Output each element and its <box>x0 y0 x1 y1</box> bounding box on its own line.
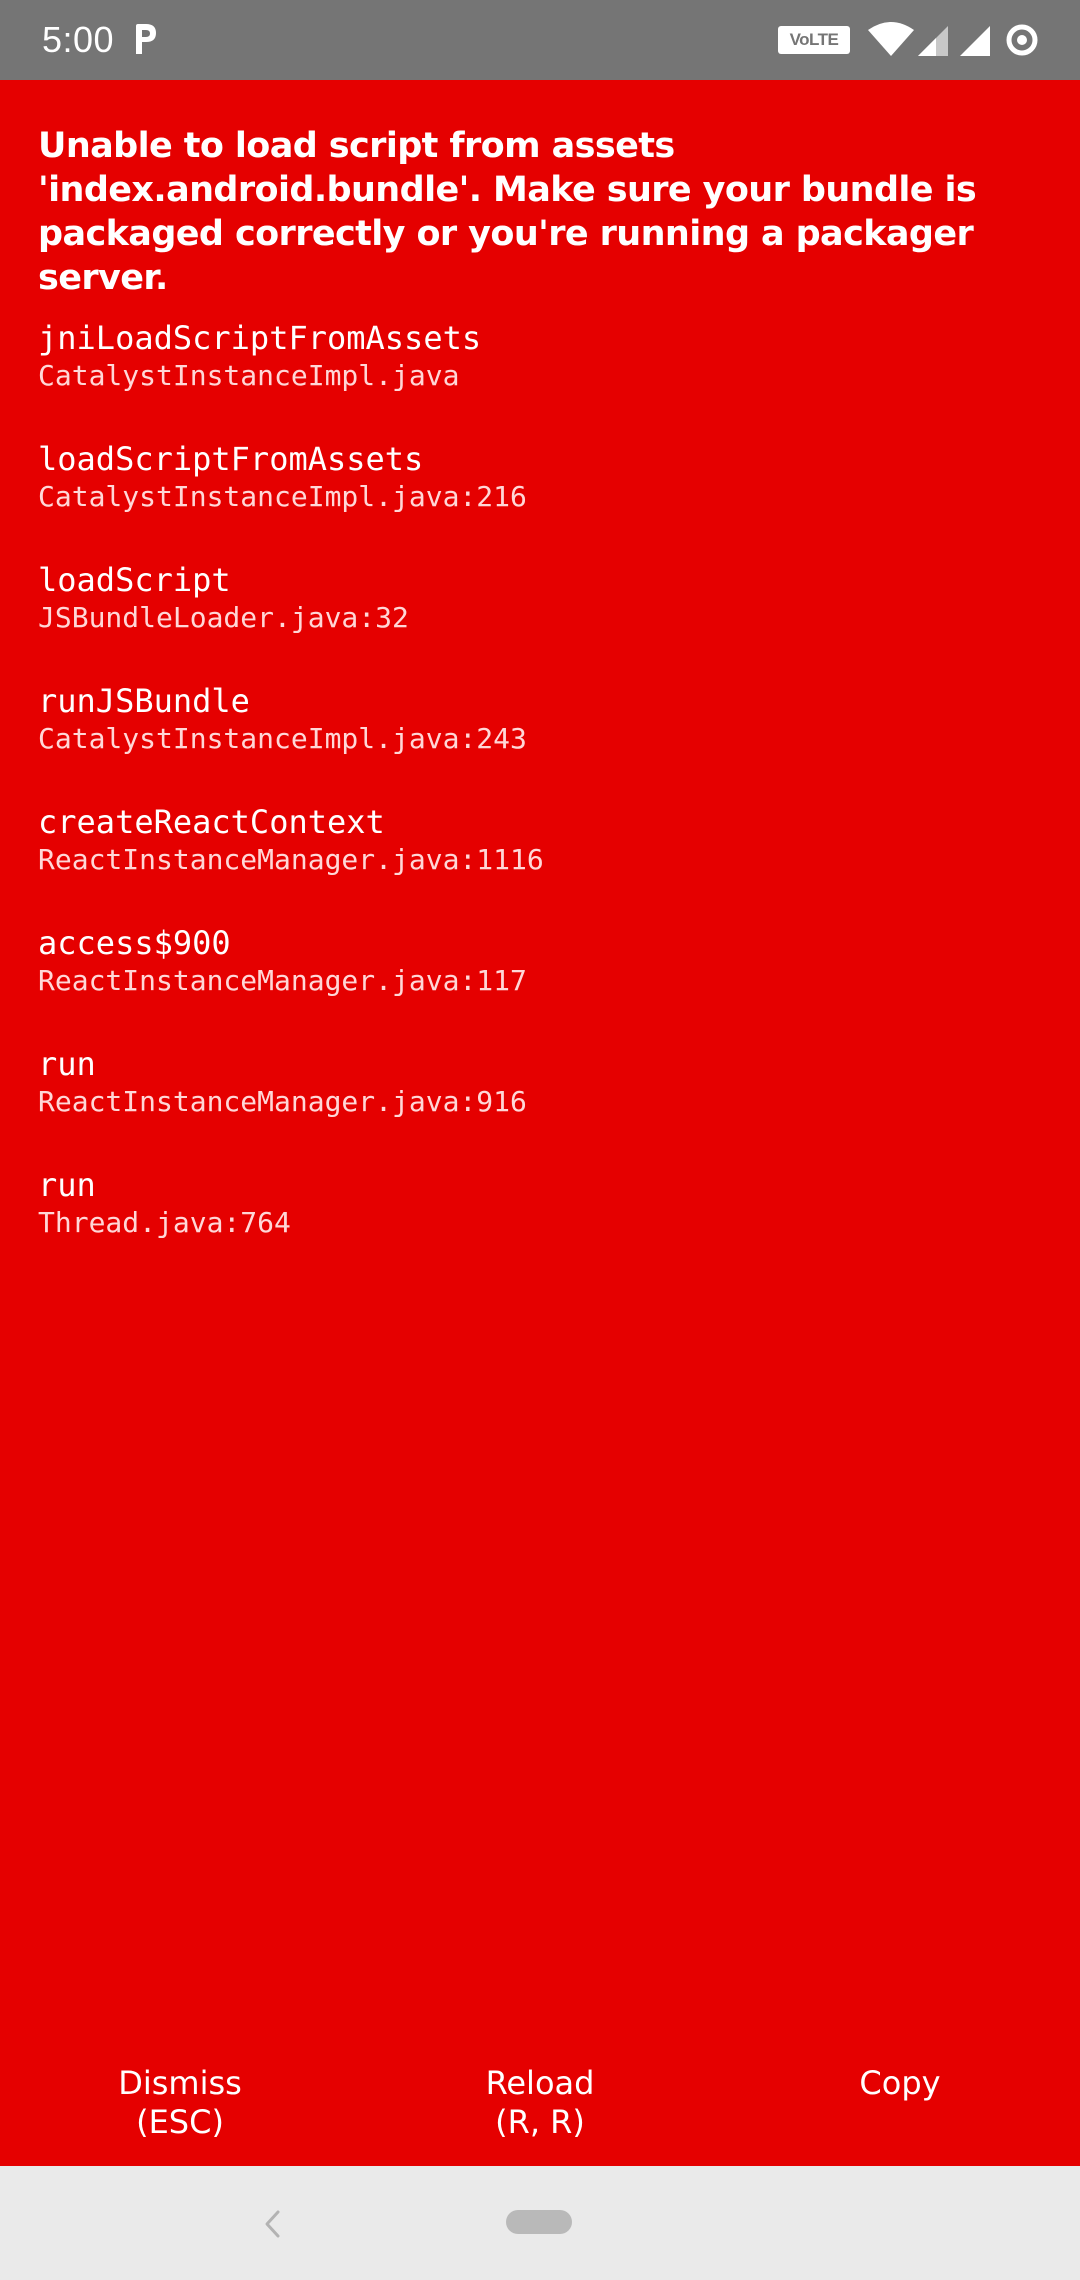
frame-method: jniLoadScriptFromAssets <box>38 319 482 357</box>
frame-method: loadScript <box>38 561 231 599</box>
stack-frame[interactable]: createReactContext ReactInstanceManager.… <box>38 802 1048 923</box>
dismiss-button[interactable]: Dismiss (ESC) <box>0 2064 360 2164</box>
stack-frame[interactable]: run ReactInstanceManager.java:916 <box>38 1044 1048 1165</box>
back-icon[interactable] <box>258 2204 288 2244</box>
error-message: Unable to load script from assets 'index… <box>38 126 977 298</box>
status-bar: 5:00 VoLTE <box>0 0 1080 80</box>
frame-file: CatalystInstanceImpl.java:216 <box>38 480 527 513</box>
wifi-icon <box>868 22 914 56</box>
signal-icon <box>960 26 990 56</box>
frame-file: ReactInstanceManager.java:117 <box>38 964 527 997</box>
frame-file: ReactInstanceManager.java:916 <box>38 1085 527 1118</box>
home-pill-icon[interactable] <box>506 2210 572 2234</box>
redbox-error-screen: 5:00 VoLTE Unable to load script from as… <box>0 0 1080 2280</box>
dismiss-shortcut: (ESC) <box>136 2103 224 2141</box>
redbox-actions: Dismiss (ESC) Reload (R, R) Copy <box>0 2064 1080 2164</box>
frame-file: ReactInstanceManager.java:1116 <box>38 843 544 876</box>
signal-icon <box>918 26 948 56</box>
frame-file: Thread.java:764 <box>38 1206 291 1239</box>
volte-badge: VoLTE <box>778 26 850 54</box>
dismiss-label: Dismiss <box>118 2064 242 2102</box>
frame-method: loadScriptFromAssets <box>38 440 424 478</box>
parking-app-icon <box>136 24 156 54</box>
stack-frame[interactable]: run Thread.java:764 <box>38 1165 1048 1286</box>
reload-label: Reload <box>485 2064 595 2102</box>
frame-method: runJSBundle <box>38 682 250 720</box>
status-time: 5:00 <box>42 19 115 60</box>
navigation-bar <box>0 2166 1080 2280</box>
reload-button[interactable]: Reload (R, R) <box>360 2064 720 2164</box>
stack-frame[interactable]: access$900 ReactInstanceManager.java:117 <box>38 923 1048 1044</box>
reload-shortcut: (R, R) <box>495 2103 585 2141</box>
stack-frame[interactable]: runJSBundle CatalystInstanceImpl.java:24… <box>38 681 1048 802</box>
battery-saver-icon <box>1006 24 1038 56</box>
stack-frame[interactable]: loadScriptFromAssets CatalystInstanceImp… <box>38 439 1048 560</box>
copy-button[interactable]: Copy <box>720 2064 1080 2164</box>
frame-method: createReactContext <box>38 803 385 841</box>
frame-file: JSBundleLoader.java:32 <box>38 601 409 634</box>
frame-file: CatalystInstanceImpl.java <box>38 359 460 392</box>
stack-frame[interactable]: jniLoadScriptFromAssets CatalystInstance… <box>38 318 1048 439</box>
frame-method: run <box>38 1166 96 1204</box>
frame-file: CatalystInstanceImpl.java:243 <box>38 722 527 755</box>
copy-label: Copy <box>859 2064 941 2102</box>
stack-frame[interactable]: loadScript JSBundleLoader.java:32 <box>38 560 1048 681</box>
frame-method: run <box>38 1045 96 1083</box>
frame-method: access$900 <box>38 924 231 962</box>
stack-trace: jniLoadScriptFromAssets CatalystInstance… <box>38 318 1048 1286</box>
